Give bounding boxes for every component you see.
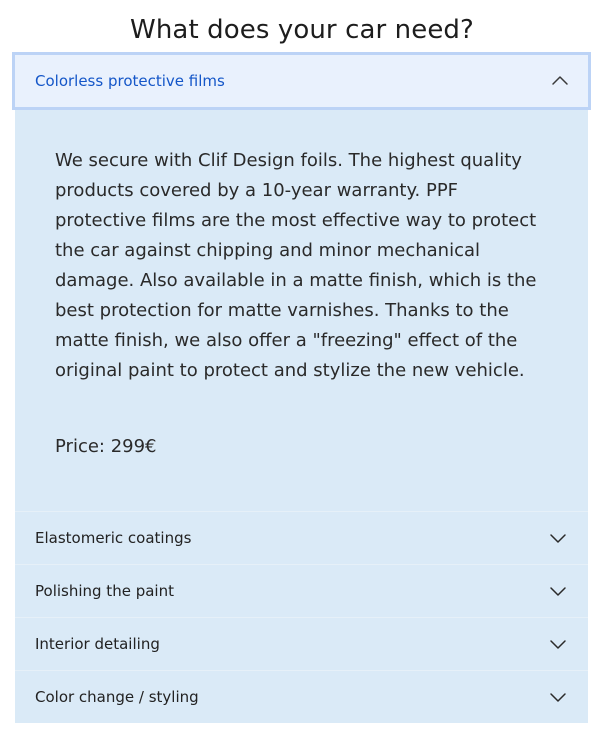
accordion-header-interior-detailing[interactable]: Interior detailing: [15, 617, 588, 670]
page: What does your car need? Colorless prote…: [0, 0, 604, 738]
accordion-header-label: Color change / styling: [35, 688, 199, 706]
chevron-down-icon: [550, 640, 566, 649]
accordion-header-label: Elastomeric coatings: [35, 529, 192, 547]
accordion-header-label: Interior detailing: [35, 635, 160, 653]
page-title: What does your car need?: [130, 15, 474, 45]
accordion-header-label: Colorless protective films: [35, 72, 225, 90]
accordion-header-colorless-protective-films[interactable]: Colorless protective films: [12, 52, 591, 110]
chevron-down-icon: [550, 534, 566, 543]
service-description: We secure with Clif Design foils. The hi…: [55, 150, 537, 381]
accordion-header-color-change-styling[interactable]: Color change / styling: [15, 670, 588, 723]
accordion-header-polishing-the-paint[interactable]: Polishing the paint: [15, 564, 588, 617]
chevron-down-icon: [550, 587, 566, 596]
service-price: Price: 299€: [55, 436, 157, 457]
services-accordion: Colorless protective films We secure wit…: [12, 52, 591, 723]
accordion-header-elastomeric-coatings[interactable]: Elastomeric coatings: [15, 511, 588, 564]
accordion-header-label: Polishing the paint: [35, 582, 174, 600]
chevron-down-icon: [550, 693, 566, 702]
accordion-panel-colorless-protective-films: We secure with Clif Design foils. The hi…: [15, 110, 588, 511]
chevron-up-icon: [552, 76, 568, 85]
